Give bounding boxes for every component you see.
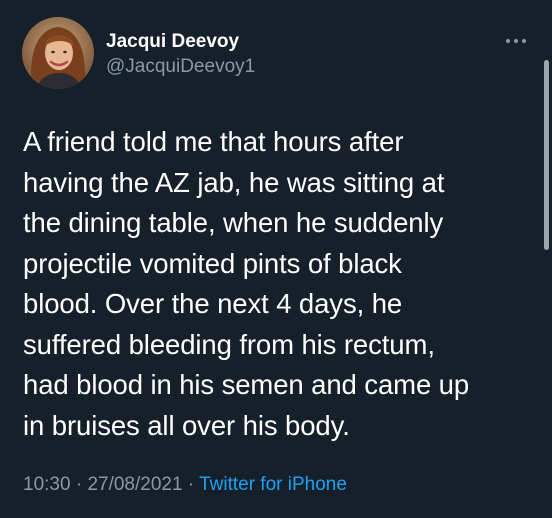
profile-photo-icon	[22, 17, 94, 89]
tweet-line: projectile vomited pints of black	[23, 247, 402, 279]
tweet-card: Jacqui Deevoy @JacquiDeevoy1 A friend to…	[0, 0, 552, 518]
tweet-line: blood. Over the next 4 days, he	[23, 288, 403, 319]
more-horizontal-icon[interactable]	[505, 36, 527, 46]
tweet-line: suffered bleeding from his rectum,	[23, 328, 435, 360]
user-handle[interactable]: @JacquiDeevoy1	[106, 55, 255, 79]
tweet-line: the dining table, when he suddenly	[23, 207, 444, 238]
tweet-line: having the AZ jab, he was sitting at	[23, 166, 445, 198]
meta-separator: ·	[70, 474, 88, 495]
tweet-line: had blood in his semen and came up	[23, 369, 470, 400]
tweet-source-link[interactable]: Twitter for iPhone	[199, 474, 347, 495]
tweet-text: A friend told me that hours after having…	[23, 122, 533, 446]
display-name[interactable]: Jacqui Deevoy	[106, 30, 239, 54]
tweet-date[interactable]: 27/08/2021	[87, 474, 182, 495]
scrollbar[interactable]	[544, 60, 549, 250]
tweet-time[interactable]: 10:30	[23, 474, 71, 495]
tweet-metadata: 10:30 · 27/08/2021 · Twitter for iPhone	[23, 473, 347, 497]
avatar[interactable]	[22, 17, 94, 89]
tweet-line: in bruises all over his body.	[23, 409, 350, 441]
tweet-line: A friend told me that hours after	[23, 126, 404, 157]
meta-separator: ·	[182, 474, 200, 495]
